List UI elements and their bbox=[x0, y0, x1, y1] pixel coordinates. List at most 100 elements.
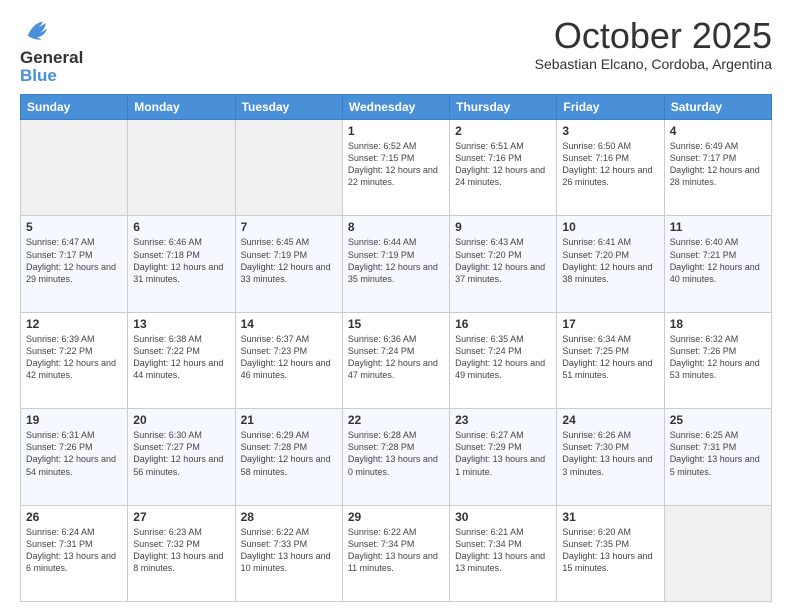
table-row: 22 Sunrise: 6:28 AM Sunset: 7:28 PM Dayli… bbox=[342, 409, 449, 505]
table-row: 6 Sunrise: 6:46 AM Sunset: 7:18 PM Daylig… bbox=[128, 216, 235, 312]
day-info: Sunrise: 6:37 AM Sunset: 7:23 PM Dayligh… bbox=[241, 333, 337, 382]
day-number: 10 bbox=[562, 220, 658, 234]
day-number: 28 bbox=[241, 510, 337, 524]
day-number: 22 bbox=[348, 413, 444, 427]
table-row: 28 Sunrise: 6:22 AM Sunset: 7:33 PM Dayli… bbox=[235, 505, 342, 601]
day-info: Sunrise: 6:22 AM Sunset: 7:33 PM Dayligh… bbox=[241, 526, 337, 575]
table-row: 17 Sunrise: 6:34 AM Sunset: 7:25 PM Dayli… bbox=[557, 312, 664, 408]
table-row bbox=[128, 120, 235, 216]
day-info: Sunrise: 6:26 AM Sunset: 7:30 PM Dayligh… bbox=[562, 429, 658, 478]
day-number: 14 bbox=[241, 317, 337, 331]
day-number: 8 bbox=[348, 220, 444, 234]
col-saturday: Saturday bbox=[664, 95, 771, 120]
day-info: Sunrise: 6:46 AM Sunset: 7:18 PM Dayligh… bbox=[133, 236, 229, 285]
day-number: 31 bbox=[562, 510, 658, 524]
day-info: Sunrise: 6:31 AM Sunset: 7:26 PM Dayligh… bbox=[26, 429, 122, 478]
calendar-week-row: 26 Sunrise: 6:24 AM Sunset: 7:31 PM Dayli… bbox=[21, 505, 772, 601]
table-row: 10 Sunrise: 6:41 AM Sunset: 7:20 PM Dayli… bbox=[557, 216, 664, 312]
day-info: Sunrise: 6:34 AM Sunset: 7:25 PM Dayligh… bbox=[562, 333, 658, 382]
day-info: Sunrise: 6:21 AM Sunset: 7:34 PM Dayligh… bbox=[455, 526, 551, 575]
logo-blue: Blue bbox=[20, 66, 57, 85]
day-info: Sunrise: 6:28 AM Sunset: 7:28 PM Dayligh… bbox=[348, 429, 444, 478]
calendar-page: General Blue October 2025 Sebastian Elca… bbox=[0, 0, 792, 612]
table-row: 14 Sunrise: 6:37 AM Sunset: 7:23 PM Dayli… bbox=[235, 312, 342, 408]
day-info: Sunrise: 6:20 AM Sunset: 7:35 PM Dayligh… bbox=[562, 526, 658, 575]
table-row bbox=[235, 120, 342, 216]
page-header: General Blue October 2025 Sebastian Elca… bbox=[20, 16, 772, 86]
day-number: 6 bbox=[133, 220, 229, 234]
table-row bbox=[21, 120, 128, 216]
calendar-header-row: Sunday Monday Tuesday Wednesday Thursday… bbox=[21, 95, 772, 120]
day-info: Sunrise: 6:39 AM Sunset: 7:22 PM Dayligh… bbox=[26, 333, 122, 382]
table-row: 23 Sunrise: 6:27 AM Sunset: 7:29 PM Dayli… bbox=[450, 409, 557, 505]
table-row: 7Sunrise: 6:45 AM Sunset: 7:19 PM Daylig… bbox=[235, 216, 342, 312]
calendar-week-row: 12 Sunrise: 6:39 AM Sunset: 7:22 PM Dayli… bbox=[21, 312, 772, 408]
day-info: Sunrise: 6:27 AM Sunset: 7:29 PM Dayligh… bbox=[455, 429, 551, 478]
day-number: 20 bbox=[133, 413, 229, 427]
day-number: 29 bbox=[348, 510, 444, 524]
day-info: Sunrise: 6:45 AM Sunset: 7:19 PM Dayligh… bbox=[241, 236, 337, 285]
table-row: 1Sunrise: 6:52 AM Sunset: 7:15 PM Daylig… bbox=[342, 120, 449, 216]
day-info: Sunrise: 6:30 AM Sunset: 7:27 PM Dayligh… bbox=[133, 429, 229, 478]
day-number: 21 bbox=[241, 413, 337, 427]
logo: General Blue bbox=[20, 16, 83, 86]
table-row: 19 Sunrise: 6:31 AM Sunset: 7:26 PM Dayli… bbox=[21, 409, 128, 505]
day-info: Sunrise: 6:43 AM Sunset: 7:20 PM Dayligh… bbox=[455, 236, 551, 285]
table-row: 9 Sunrise: 6:43 AM Sunset: 7:20 PM Daylig… bbox=[450, 216, 557, 312]
day-number: 17 bbox=[562, 317, 658, 331]
table-row: 2Sunrise: 6:51 AM Sunset: 7:16 PM Daylig… bbox=[450, 120, 557, 216]
col-tuesday: Tuesday bbox=[235, 95, 342, 120]
table-row: 21 Sunrise: 6:29 AM Sunset: 7:28 PM Dayli… bbox=[235, 409, 342, 505]
day-info: Sunrise: 6:51 AM Sunset: 7:16 PM Dayligh… bbox=[455, 140, 551, 189]
day-info: Sunrise: 6:49 AM Sunset: 7:17 PM Dayligh… bbox=[670, 140, 766, 189]
table-row: 15Sunrise: 6:36 AM Sunset: 7:24 PM Dayli… bbox=[342, 312, 449, 408]
day-info: Sunrise: 6:25 AM Sunset: 7:31 PM Dayligh… bbox=[670, 429, 766, 478]
day-number: 27 bbox=[133, 510, 229, 524]
table-row: 20 Sunrise: 6:30 AM Sunset: 7:27 PM Dayli… bbox=[128, 409, 235, 505]
table-row: 26 Sunrise: 6:24 AM Sunset: 7:31 PM Dayli… bbox=[21, 505, 128, 601]
day-info: Sunrise: 6:32 AM Sunset: 7:26 PM Dayligh… bbox=[670, 333, 766, 382]
day-number: 26 bbox=[26, 510, 122, 524]
table-row: 30 Sunrise: 6:21 AM Sunset: 7:34 PM Dayli… bbox=[450, 505, 557, 601]
table-row: 3Sunrise: 6:50 AM Sunset: 7:16 PM Daylig… bbox=[557, 120, 664, 216]
col-sunday: Sunday bbox=[21, 95, 128, 120]
day-number: 9 bbox=[455, 220, 551, 234]
table-row: 13Sunrise: 6:38 AM Sunset: 7:22 PM Dayli… bbox=[128, 312, 235, 408]
calendar-week-row: 19 Sunrise: 6:31 AM Sunset: 7:26 PM Dayli… bbox=[21, 409, 772, 505]
logo-general: General bbox=[20, 49, 83, 66]
table-row: 18Sunrise: 6:32 AM Sunset: 7:26 PM Dayli… bbox=[664, 312, 771, 408]
day-info: Sunrise: 6:52 AM Sunset: 7:15 PM Dayligh… bbox=[348, 140, 444, 189]
day-info: Sunrise: 6:24 AM Sunset: 7:31 PM Dayligh… bbox=[26, 526, 122, 575]
day-number: 24 bbox=[562, 413, 658, 427]
day-info: Sunrise: 6:35 AM Sunset: 7:24 PM Dayligh… bbox=[455, 333, 551, 382]
day-number: 15 bbox=[348, 317, 444, 331]
day-number: 4 bbox=[670, 124, 766, 138]
calendar-week-row: 5 Sunrise: 6:47 AM Sunset: 7:17 PM Daylig… bbox=[21, 216, 772, 312]
day-info: Sunrise: 6:40 AM Sunset: 7:21 PM Dayligh… bbox=[670, 236, 766, 285]
day-info: Sunrise: 6:50 AM Sunset: 7:16 PM Dayligh… bbox=[562, 140, 658, 189]
calendar-week-row: 1Sunrise: 6:52 AM Sunset: 7:15 PM Daylig… bbox=[21, 120, 772, 216]
day-info: Sunrise: 6:41 AM Sunset: 7:20 PM Dayligh… bbox=[562, 236, 658, 285]
day-number: 5 bbox=[26, 220, 122, 234]
calendar-table: Sunday Monday Tuesday Wednesday Thursday… bbox=[20, 94, 772, 602]
day-info: Sunrise: 6:38 AM Sunset: 7:22 PM Dayligh… bbox=[133, 333, 229, 382]
day-number: 12 bbox=[26, 317, 122, 331]
table-row: 11 Sunrise: 6:40 AM Sunset: 7:21 PM Dayli… bbox=[664, 216, 771, 312]
table-row: 25 Sunrise: 6:25 AM Sunset: 7:31 PM Dayli… bbox=[664, 409, 771, 505]
day-info: Sunrise: 6:29 AM Sunset: 7:28 PM Dayligh… bbox=[241, 429, 337, 478]
table-row: 16Sunrise: 6:35 AM Sunset: 7:24 PM Dayli… bbox=[450, 312, 557, 408]
day-number: 30 bbox=[455, 510, 551, 524]
day-info: Sunrise: 6:23 AM Sunset: 7:32 PM Dayligh… bbox=[133, 526, 229, 575]
title-block: October 2025 Sebastian Elcano, Cordoba, … bbox=[535, 16, 772, 72]
month-title: October 2025 bbox=[535, 16, 772, 56]
logo-bird-icon bbox=[22, 16, 50, 44]
location-subtitle: Sebastian Elcano, Cordoba, Argentina bbox=[535, 56, 772, 72]
day-info: Sunrise: 6:47 AM Sunset: 7:17 PM Dayligh… bbox=[26, 236, 122, 285]
day-number: 23 bbox=[455, 413, 551, 427]
table-row: 5 Sunrise: 6:47 AM Sunset: 7:17 PM Daylig… bbox=[21, 216, 128, 312]
day-number: 25 bbox=[670, 413, 766, 427]
table-row: 27 Sunrise: 6:23 AM Sunset: 7:32 PM Dayli… bbox=[128, 505, 235, 601]
table-row: 4 Sunrise: 6:49 AM Sunset: 7:17 PM Daylig… bbox=[664, 120, 771, 216]
day-number: 11 bbox=[670, 220, 766, 234]
day-number: 19 bbox=[26, 413, 122, 427]
